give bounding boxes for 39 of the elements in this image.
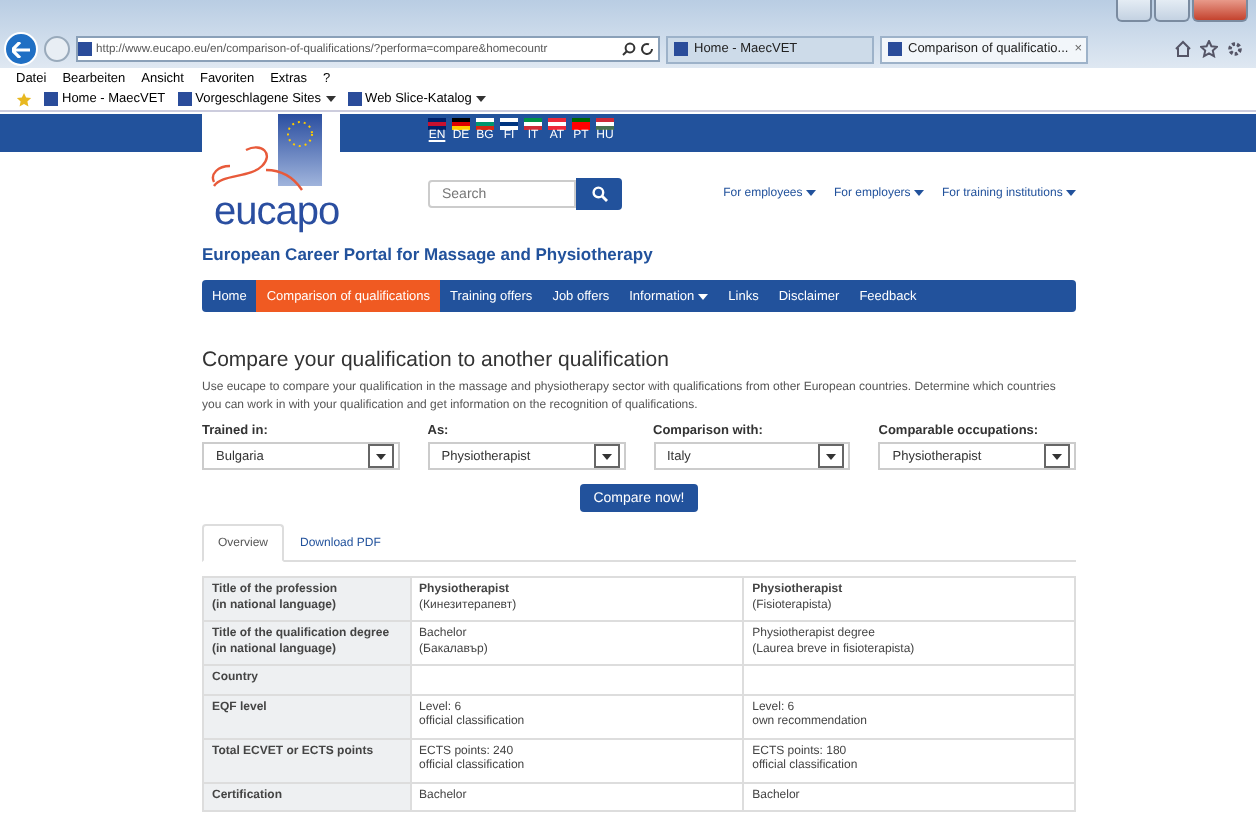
refresh-icon[interactable]	[640, 42, 654, 56]
flag-icon	[548, 118, 566, 130]
page-icon	[44, 92, 58, 106]
flag-icon	[428, 118, 446, 130]
caret-icon	[325, 96, 336, 102]
settings-icon[interactable]	[1226, 40, 1244, 58]
star-icon[interactable]	[16, 91, 32, 107]
arrow-icon	[12, 41, 30, 57]
caret-icon	[913, 190, 924, 196]
maximize-button[interactable]	[1154, 0, 1190, 22]
page-icon	[347, 92, 362, 106]
back-button[interactable]	[4, 32, 38, 66]
caret-icon	[375, 453, 386, 459]
page-icon	[674, 42, 688, 56]
flag-icon	[476, 118, 494, 130]
caret-icon	[601, 453, 611, 459]
search-icon[interactable]	[622, 42, 636, 56]
search-button[interactable]	[576, 178, 622, 210]
section-heading: Compare your qualification to another qualification	[202, 348, 671, 372]
logo[interactable]: eucapo	[202, 114, 340, 238]
page-icon	[177, 92, 192, 106]
flag-icon	[596, 118, 614, 130]
page-icon	[888, 42, 902, 56]
flag-icon	[500, 118, 518, 130]
site-title: European Career Portal for Massage and Physiotherapy	[202, 244, 655, 264]
home-icon[interactable]	[1174, 40, 1192, 58]
search-icon	[591, 186, 607, 202]
caret-icon	[805, 190, 816, 196]
page-icon	[78, 42, 92, 56]
caret-icon	[475, 96, 486, 102]
flag-icon	[524, 118, 542, 130]
flag-icon	[452, 118, 470, 130]
star-icon[interactable]	[1200, 40, 1218, 58]
minimize-button[interactable]	[1116, 0, 1152, 22]
caret-icon	[1066, 190, 1076, 196]
flag-icon	[572, 118, 590, 130]
caret-icon	[1052, 453, 1062, 459]
caret-icon	[826, 453, 837, 459]
caret-icon	[698, 293, 709, 299]
